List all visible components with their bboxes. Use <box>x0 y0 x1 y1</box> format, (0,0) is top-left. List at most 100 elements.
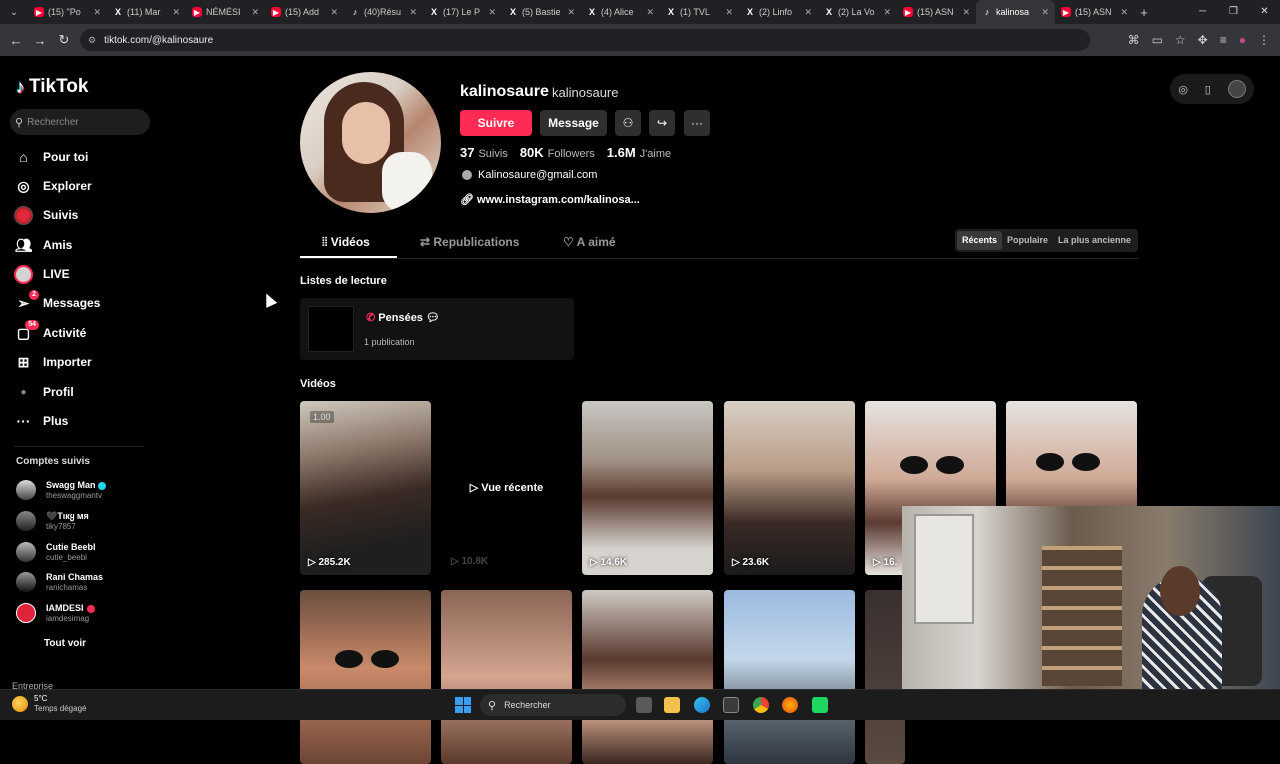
browser-tab[interactable]: X (2) Linfo ✕ <box>739 0 818 24</box>
browser-tab[interactable]: X (11) Mar ✕ <box>107 0 186 24</box>
followed-account[interactable]: Swagg Man theswaggmantv <box>16 476 106 504</box>
sidebar-item-more[interactable]: ··· Plus <box>14 409 69 433</box>
tab-close-icon[interactable]: ✕ <box>93 7 101 18</box>
task-view-icon[interactable] <box>636 697 652 713</box>
browser-tab[interactable]: X (1) TVL ✕ <box>660 0 739 24</box>
forward-icon[interactable]: → <box>28 33 52 48</box>
profile-link[interactable]: 🔗︎ www.instagram.com/kalinosa... <box>460 193 640 206</box>
sidebar-item-friends[interactable]: 👥︎ Amis <box>14 233 73 257</box>
followed-account[interactable]: Rani Chamas ranichamas <box>16 568 103 596</box>
followed-account[interactable]: IAMDESI iamdesimag <box>16 599 95 627</box>
tab-close-icon[interactable]: ✕ <box>251 7 259 18</box>
search-input[interactable]: ⚲ Rechercher <box>10 109 150 135</box>
video-thumbnail[interactable] <box>441 590 572 764</box>
see-all-link[interactable]: Tout voir <box>44 638 86 649</box>
app-icon[interactable] <box>812 697 828 713</box>
video-thumbnail[interactable] <box>865 590 905 764</box>
sidebar-item-for-you[interactable]: ⌂ Pour toi <box>14 145 88 169</box>
store-icon[interactable] <box>723 697 739 713</box>
playlist-card[interactable]: ✆ Pensées 💬︎ 1 publication <box>300 298 574 360</box>
browser-tab[interactable]: X (2) La Vo ✕ <box>818 0 897 24</box>
close-icon[interactable]: ✕ <box>1249 0 1280 24</box>
add-friend-icon[interactable]: ⚇ <box>615 110 641 136</box>
tab-close-icon[interactable]: ✕ <box>646 7 654 18</box>
tab-close-icon[interactable]: ✕ <box>330 7 338 18</box>
profile-avatar-icon[interactable]: ● <box>1239 33 1246 47</box>
tab-close-icon[interactable]: ✕ <box>172 7 180 18</box>
video-thumbnail[interactable]: 1.00 ▷ 285.2K <box>300 401 431 575</box>
site-info-icon[interactable]: ⚙ <box>88 35 96 46</box>
browser-tab[interactable]: ♪ kalinosa ✕ <box>976 0 1055 24</box>
browser-tab[interactable]: X (17) Le P ✕ <box>423 0 502 24</box>
tiktok-logo[interactable]: ♪ TikTok <box>16 76 88 98</box>
tab-close-icon[interactable]: ✕ <box>1041 7 1049 18</box>
weather-widget[interactable]: 5°C Temps dégagé <box>12 694 86 714</box>
video-thumbnail[interactable] <box>300 590 431 764</box>
browser-tab[interactable]: ♪ (40)Résu ✕ <box>344 0 423 24</box>
browser-tab[interactable]: ▶ (15) Add ✕ <box>265 0 344 24</box>
sort-popular[interactable]: Populaire <box>1002 231 1053 250</box>
windows-start-icon[interactable] <box>455 697 471 713</box>
profile-avatar[interactable] <box>300 72 441 213</box>
tab-reposts[interactable]: ⇄ Republications <box>420 235 519 249</box>
edge-icon[interactable] <box>694 697 710 713</box>
tab-close-icon[interactable]: ✕ <box>409 7 417 18</box>
extensions-icon[interactable]: ✥ <box>1198 33 1208 47</box>
minimize-icon[interactable]: ─ <box>1187 0 1218 24</box>
browser-tab[interactable]: ▶ (15) ASN ✕ <box>897 0 976 24</box>
sidebar-item-messages[interactable]: ➢ 2 Messages <box>14 289 100 315</box>
video-thumbnail[interactable]: ▷ 14.6K <box>582 401 713 575</box>
chrome-icon[interactable] <box>753 697 769 713</box>
tab-videos[interactable]: ⦙⦙ Vidéos <box>322 235 370 250</box>
tab-close-icon[interactable]: ✕ <box>567 7 575 18</box>
bookmark-star-icon[interactable]: ☆ <box>1175 33 1186 47</box>
tab-search-icon[interactable]: ⌄ <box>0 0 28 24</box>
follow-button[interactable]: Suivre <box>460 110 532 136</box>
browser-tab[interactable]: X (5) Bastie ✕ <box>502 0 581 24</box>
tab-close-icon[interactable]: ✕ <box>1120 7 1128 18</box>
coins-icon[interactable]: ◎ <box>1178 83 1188 96</box>
followed-account[interactable]: 🖤Tιкყ мя tiky7857 <box>16 507 89 535</box>
sidebar-toggle-icon[interactable]: ≡ <box>1220 33 1227 47</box>
sidebar-item-following[interactable]: Suivis <box>14 203 78 227</box>
back-icon[interactable]: ← <box>4 33 28 48</box>
browser-tab[interactable]: ▶ NÉMÉSI ✕ <box>186 0 265 24</box>
address-bar[interactable]: ⚙ tiktok.com/@kalinosaure <box>80 29 1090 51</box>
sidebar-item-activity[interactable]: ▢ 54 Activité <box>14 319 86 345</box>
share-icon[interactable]: ↪ <box>649 110 675 136</box>
tab-close-icon[interactable]: ✕ <box>804 7 812 18</box>
sidebar-item-profile[interactable]: ● Profil <box>14 380 73 404</box>
tab-close-icon[interactable]: ✕ <box>962 7 970 18</box>
browser-tab[interactable]: X (4) Alice ✕ <box>581 0 660 24</box>
video-thumbnail[interactable]: ▷ Vue récente ▷ 10.8K <box>441 401 572 575</box>
firefox-icon[interactable] <box>782 697 798 713</box>
new-tab-button[interactable]: + <box>1134 5 1154 20</box>
browser-tab[interactable]: ▶ (15) ASN ✕ <box>1055 0 1134 24</box>
browser-tab[interactable]: ▶ (15) "Po ✕ <box>28 0 107 24</box>
video-thumbnail[interactable] <box>724 590 855 764</box>
tab-close-icon[interactable]: ✕ <box>488 7 496 18</box>
sidebar-item-upload[interactable]: ⊞ Importer <box>14 350 92 374</box>
sidebar-item-live[interactable]: LIVE <box>14 262 70 286</box>
video-thumbnail[interactable] <box>582 590 713 764</box>
taskbar-search[interactable]: ⚲ Rechercher <box>480 694 626 716</box>
maximize-icon[interactable]: ❐ <box>1218 0 1249 24</box>
sort-recent[interactable]: Récents <box>957 231 1003 250</box>
menu-dots-icon[interactable]: ⋮ <box>1258 33 1270 47</box>
video-thumbnail[interactable]: ▷ 23.6K <box>724 401 855 575</box>
sort-oldest[interactable]: La plus ancienne <box>1053 231 1136 250</box>
more-options-icon[interactable]: ··· <box>684 110 710 136</box>
reload-icon[interactable]: ↻ <box>52 32 76 48</box>
followed-account[interactable]: Cutie Beebl cutie_beebl <box>16 538 96 566</box>
tab-close-icon[interactable]: ✕ <box>883 7 891 18</box>
tab-close-icon[interactable]: ✕ <box>725 7 733 18</box>
following-count[interactable]: 37 Suivis <box>460 145 508 160</box>
user-avatar[interactable] <box>1227 80 1246 98</box>
file-explorer-icon[interactable] <box>664 697 680 713</box>
followers-count[interactable]: 80K Followers <box>520 145 595 160</box>
tab-liked[interactable]: ♡ A aimé <box>563 235 616 249</box>
sidebar-item-explore[interactable]: ◎ Explorer <box>14 174 91 198</box>
translate-icon[interactable]: ⌘ <box>1128 33 1140 47</box>
message-button[interactable]: Message <box>540 110 607 136</box>
device-icon[interactable]: ▯ <box>1205 83 1211 96</box>
